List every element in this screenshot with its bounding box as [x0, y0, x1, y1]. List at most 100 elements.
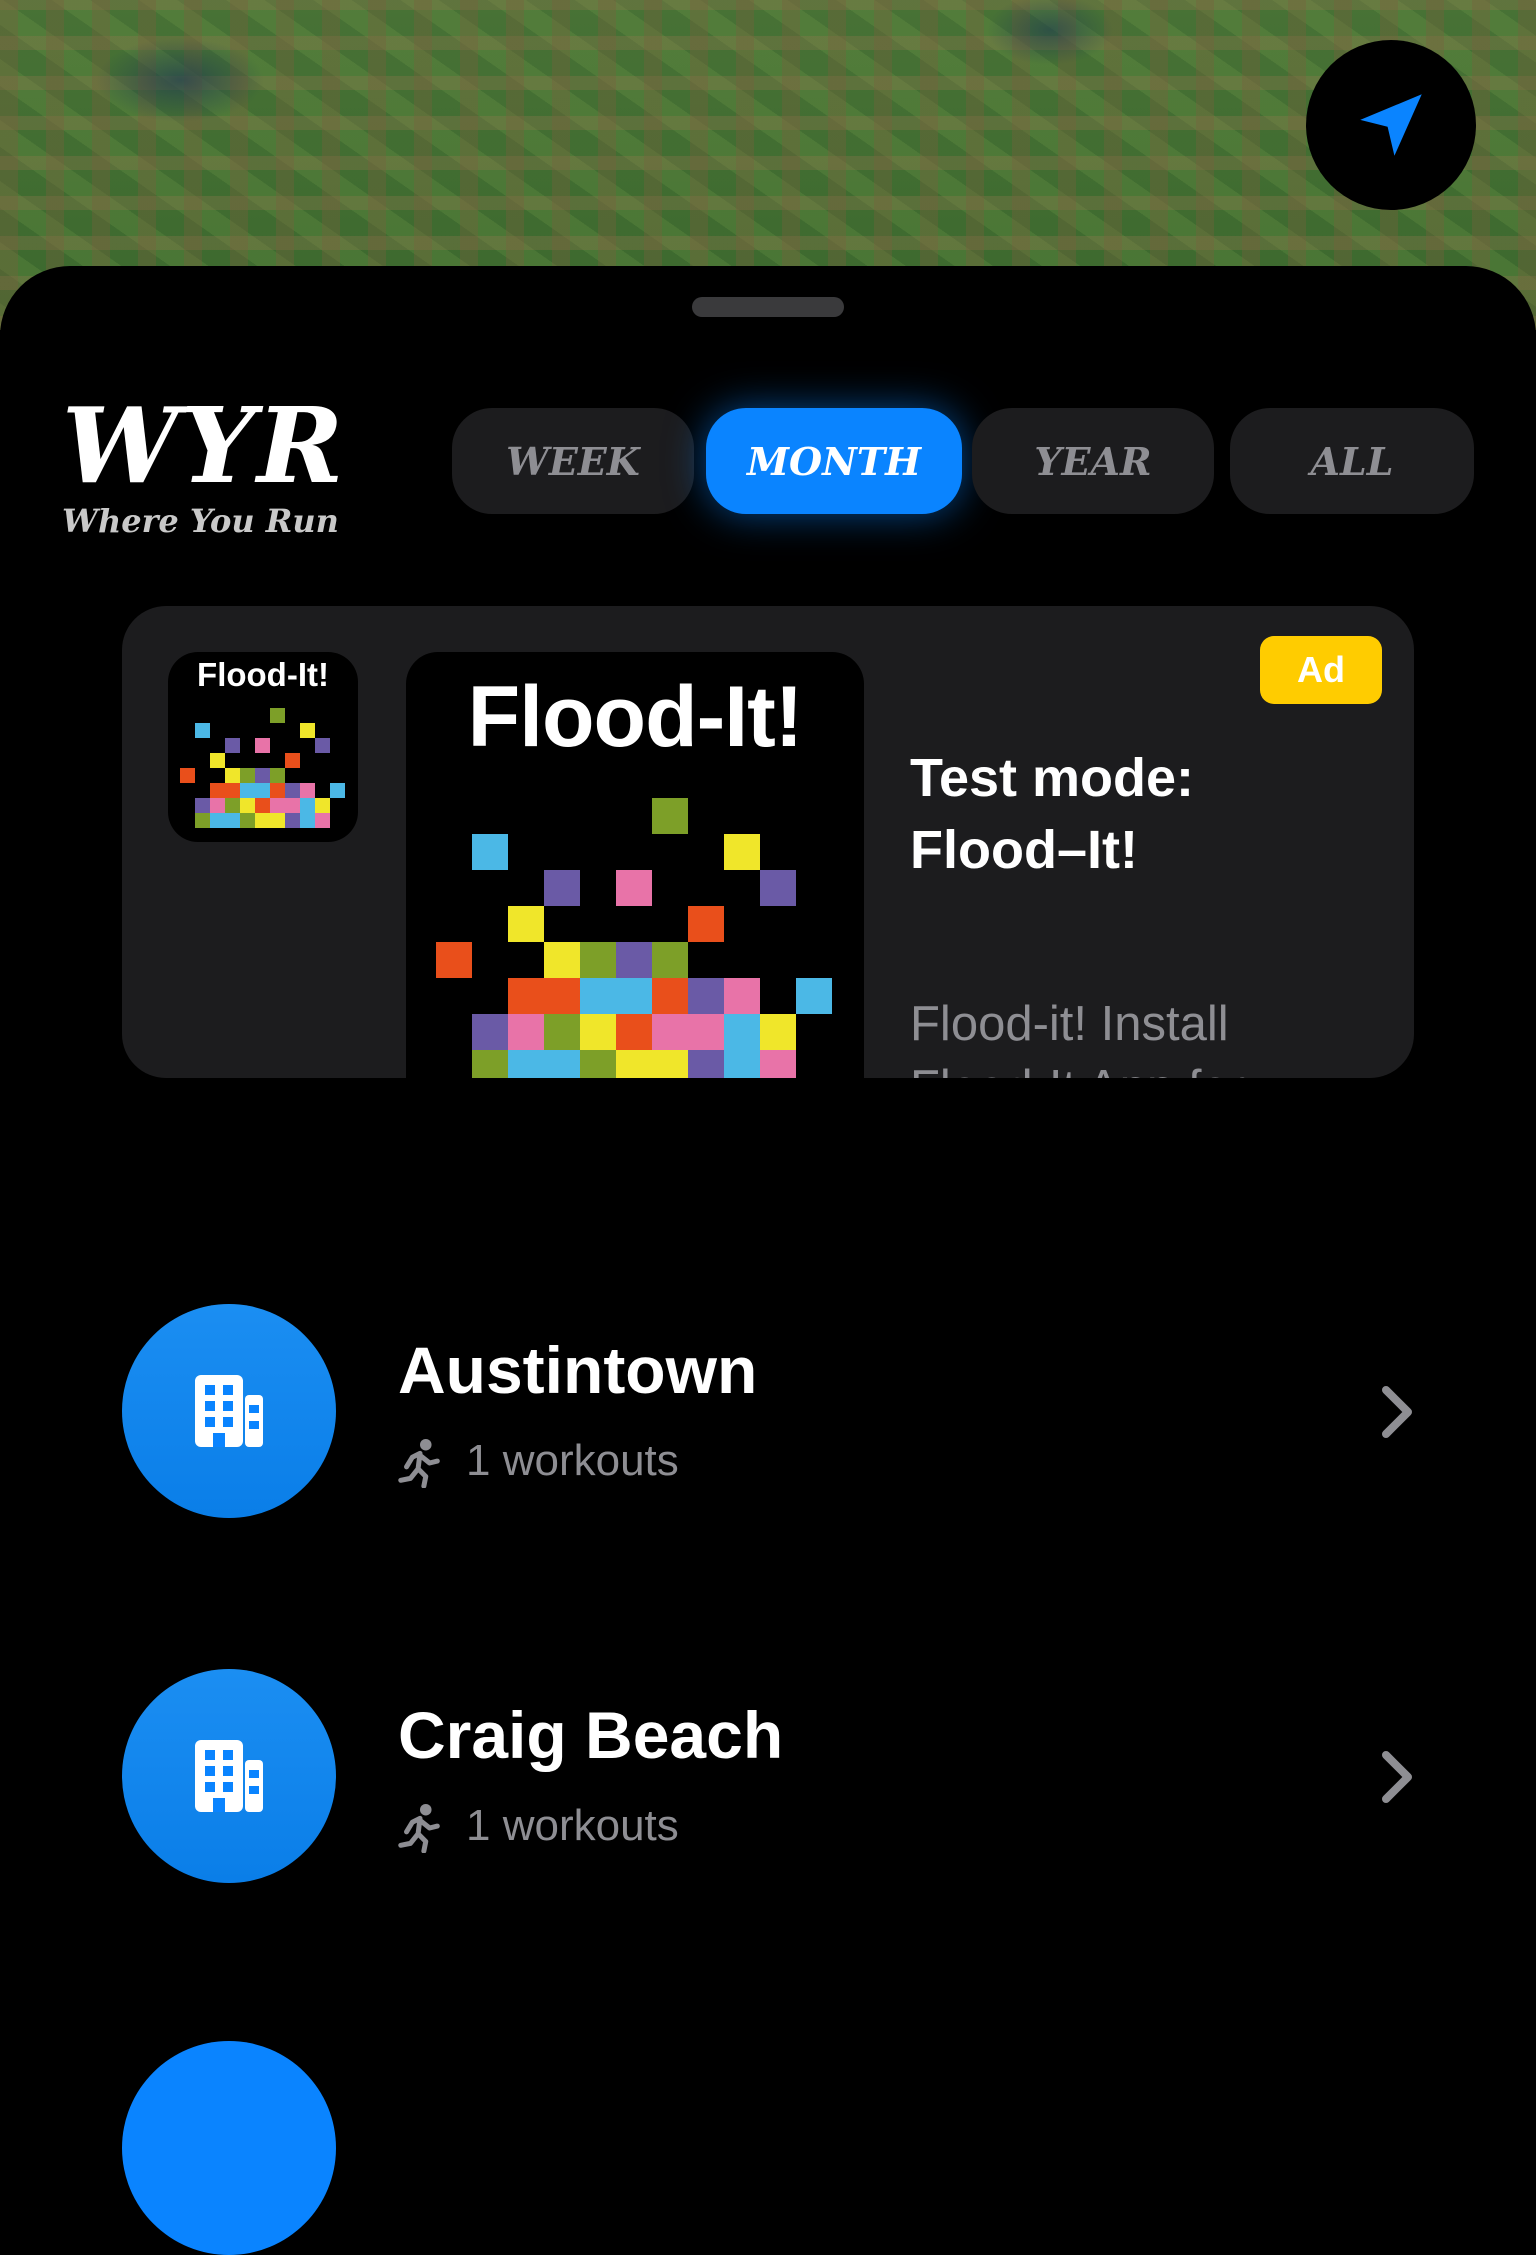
location-avatar	[122, 1669, 336, 1883]
pixel-tile	[330, 783, 345, 798]
pixel-tile	[285, 798, 300, 813]
pixel-tile	[724, 978, 760, 1014]
building-icon	[195, 1740, 263, 1812]
pixel-tile	[255, 813, 270, 828]
pixel-tile	[300, 723, 315, 738]
pixel-tile	[255, 783, 270, 798]
pixel-tile	[225, 798, 240, 813]
location-name: Austintown	[398, 1333, 758, 1407]
pixel-tile	[472, 1014, 508, 1050]
pixel-tile	[225, 768, 240, 783]
pixel-tile	[796, 978, 832, 1014]
pixel-tile	[724, 1050, 760, 1078]
segment-all[interactable]: ALL	[1230, 408, 1474, 514]
pixel-tile	[688, 1014, 724, 1050]
workout-count: 1 workouts	[466, 1801, 679, 1850]
pixel-tile	[580, 942, 616, 978]
app-logo-subtitle: Where You Run	[62, 502, 339, 540]
pixel-tile	[472, 834, 508, 870]
ad-headline: Test mode: Flood–It!	[910, 748, 1195, 880]
segment-week[interactable]: WEEK	[452, 408, 694, 514]
pixel-tile	[688, 1050, 724, 1078]
pixel-tile	[508, 978, 544, 1014]
pixel-tile	[270, 783, 285, 798]
location-name: Craig Beach	[398, 1698, 784, 1772]
pixel-tile	[315, 738, 330, 753]
pixel-tile	[285, 783, 300, 798]
location-row-craig-beach[interactable]: Craig Beach 1 workouts	[0, 1669, 1536, 1889]
workout-count: 1 workouts	[466, 1436, 679, 1485]
location-row-austintown[interactable]: Austintown 1 workouts	[0, 1304, 1536, 1524]
pixel-tile	[195, 798, 210, 813]
building-icon	[195, 1375, 263, 1447]
segment-year[interactable]: YEAR	[972, 408, 1214, 514]
running-figure-icon	[398, 1438, 440, 1488]
pixel-tile	[315, 813, 330, 828]
pixel-tile	[760, 870, 796, 906]
pixel-art-icon	[180, 708, 345, 828]
ad-image: Flood-It!	[406, 652, 864, 1078]
pixel-tile	[616, 1014, 652, 1050]
app-logo-title: WYR	[62, 384, 346, 507]
location-avatar	[122, 1304, 336, 1518]
pixel-tile	[300, 813, 315, 828]
pixel-tile	[724, 834, 760, 870]
pixel-tile	[688, 906, 724, 942]
running-figure-icon	[398, 1803, 440, 1853]
location-row-partial[interactable]	[122, 2041, 336, 2255]
pixel-tile	[255, 798, 270, 813]
pixel-tile	[652, 1014, 688, 1050]
pixel-tile	[240, 783, 255, 798]
pixel-tile	[688, 978, 724, 1014]
pixel-tile	[472, 1050, 508, 1078]
pixel-tile	[210, 813, 225, 828]
pixel-tile	[616, 942, 652, 978]
bottom-sheet: WYR Where You Run WEEK MONTH YEAR ALL Fl…	[0, 266, 1536, 2255]
ad-body-text: Flood-it! Install Flood-It App for...	[910, 997, 1283, 1078]
pixel-tile	[652, 942, 688, 978]
pixel-tile	[270, 768, 285, 783]
segment-month[interactable]: MONTH	[706, 408, 962, 514]
pixel-tile	[315, 798, 330, 813]
pixel-tile	[255, 738, 270, 753]
pixel-tile	[544, 942, 580, 978]
pixel-tile	[210, 783, 225, 798]
pixel-tile	[508, 1050, 544, 1078]
pixel-tile	[240, 768, 255, 783]
pixel-tile	[210, 798, 225, 813]
pixel-tile	[580, 978, 616, 1014]
pixel-tile	[652, 978, 688, 1014]
pixel-tile	[225, 738, 240, 753]
ad-card[interactable]: Flood-It! Flood-It! Ad Test mode: Flood–…	[122, 606, 1414, 1078]
pixel-tile	[544, 1014, 580, 1050]
pixel-tile	[616, 1050, 652, 1078]
pixel-tile	[508, 906, 544, 942]
chevron-right-icon	[1382, 1386, 1412, 1438]
pixel-tile	[616, 870, 652, 906]
pixel-tile	[195, 813, 210, 828]
pixel-tile	[180, 768, 195, 783]
pixel-tile	[240, 798, 255, 813]
pixel-tile	[240, 813, 255, 828]
pixel-tile	[544, 978, 580, 1014]
pixel-tile	[724, 1014, 760, 1050]
pixel-tile	[508, 1014, 544, 1050]
pixel-tile	[544, 1050, 580, 1078]
location-arrow-icon	[1360, 94, 1422, 156]
pixel-tile	[652, 798, 688, 834]
pixel-tile	[285, 753, 300, 768]
ad-badge: Ad	[1260, 636, 1382, 704]
pixel-tile	[270, 798, 285, 813]
pixel-art-image	[436, 798, 832, 1078]
pixel-tile	[300, 783, 315, 798]
pixel-tile	[580, 1014, 616, 1050]
chevron-right-icon	[1382, 1751, 1412, 1803]
pixel-tile	[270, 708, 285, 723]
pixel-tile	[616, 978, 652, 1014]
pixel-tile	[760, 1014, 796, 1050]
sheet-grabber[interactable]	[692, 297, 844, 317]
pixel-tile	[652, 1050, 688, 1078]
pixel-tile	[195, 723, 210, 738]
pixel-tile	[285, 813, 300, 828]
locate-me-button[interactable]	[1306, 40, 1476, 210]
